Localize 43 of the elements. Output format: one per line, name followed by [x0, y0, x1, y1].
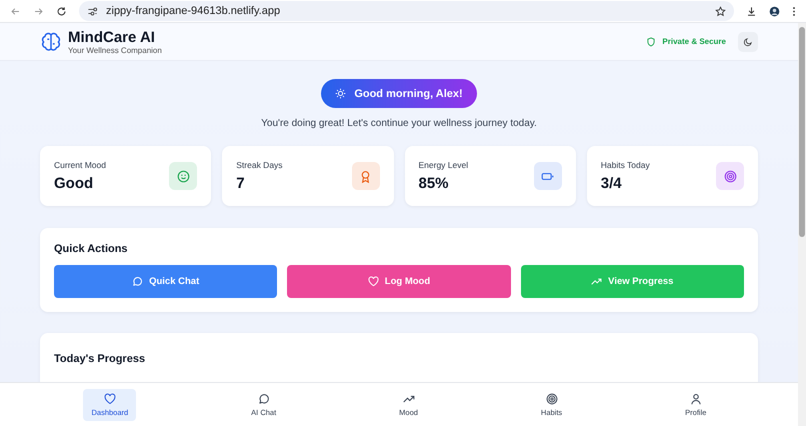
target-icon	[546, 392, 558, 404]
address-bar[interactable]: zippy-frangipane-94613b.netlify.app	[79, 1, 734, 21]
download-icon[interactable]	[746, 6, 757, 16]
stat-value: 85%	[418, 175, 450, 192]
privacy-label: Private & Secure	[662, 37, 726, 46]
award-icon	[359, 170, 372, 182]
smile-icon	[176, 170, 190, 182]
avatar-icon[interactable]	[769, 6, 780, 16]
brain-icon	[40, 30, 62, 52]
stat-label: Habits Today	[600, 160, 650, 170]
back-icon[interactable]	[10, 6, 21, 16]
star-icon[interactable]	[715, 6, 726, 16]
action-button[interactable]: Quick Chat	[54, 265, 278, 298]
forward-icon[interactable]	[33, 6, 44, 16]
scrollbar[interactable]	[798, 23, 806, 426]
stat-label: Energy Level	[418, 160, 468, 170]
url-text: zippy-frangipane-94613b.netlify.app	[106, 5, 282, 17]
chat-icon	[132, 276, 144, 287]
chat-icon	[258, 392, 270, 404]
shield-icon	[646, 36, 656, 46]
stat-value: 7	[236, 175, 246, 192]
action-button[interactable]: Log Mood	[287, 265, 511, 298]
menu-icon[interactable]	[792, 6, 796, 16]
section-title: Quick Actions	[54, 243, 129, 255]
stat-value: Good	[54, 175, 94, 192]
target-icon	[724, 170, 736, 182]
stat-value: 3/4	[600, 175, 623, 192]
stat-label: Streak Days	[236, 160, 283, 170]
stat-label: Current Mood	[54, 160, 106, 170]
user-icon	[690, 392, 702, 404]
heart-icon	[368, 276, 379, 287]
trend-icon	[591, 276, 602, 287]
greeting-text: Good morning, Alex!	[354, 88, 463, 100]
app-title: MindCare AI	[68, 28, 156, 46]
sun-icon	[335, 88, 346, 99]
app-subtitle: Your Wellness Companion	[68, 46, 162, 54]
moon-icon	[743, 36, 753, 46]
reload-icon[interactable]	[56, 6, 67, 16]
site-settings-icon[interactable]	[87, 6, 98, 16]
section-title: Today's Progress	[54, 353, 146, 365]
theme-toggle[interactable]	[738, 32, 758, 52]
encouragement-text: You're doing great! Let's continue your wellness journey today.	[261, 118, 537, 129]
heart-icon	[104, 392, 116, 404]
